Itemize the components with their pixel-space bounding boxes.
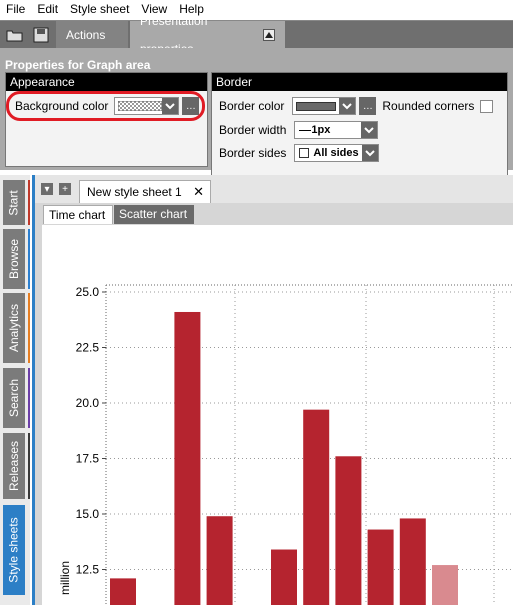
document-area: ▾ + New style sheet 1 ✕ Time chart Scatt… [32,175,513,605]
bar [174,311,201,605]
tab-list-dropdown-icon[interactable]: ▾ [41,183,53,195]
border-color-dropdown[interactable] [292,97,357,115]
tab-time-chart[interactable]: Time chart [43,205,113,224]
border-width-value: 1px [311,124,331,136]
vtab-browse[interactable]: Browse [3,229,25,289]
vtab-start-label: Start [7,189,21,216]
bar [335,456,362,605]
highlight-outline [6,91,205,121]
open-folder-icon[interactable] [4,25,26,45]
border-color-label: Border color [219,99,285,113]
chart-area: 25.0 22.5 20.0 17.5 15.0 12.5 million [42,225,513,605]
menu-edit[interactable]: Edit [31,0,64,18]
collapse-up-icon[interactable] [262,29,275,41]
border-width-dropdown[interactable]: 1px [294,121,379,139]
border-sides-label: Border sides [219,146,287,160]
y-tick-label: 20.0 [76,396,100,410]
vtab-style-sheets[interactable]: Style sheets [3,505,25,595]
border-color-swatch [296,101,337,111]
y-tick-label: 15.0 [76,507,100,521]
y-tick-label: 12.5 [76,563,100,577]
vtab-browse-label: Browse [7,238,22,280]
vtab-releases-stripe [28,433,30,499]
vtab-style-sheets-label: Style sheets [7,517,21,583]
bar [399,518,426,605]
y-tick-label: 22.5 [76,341,100,355]
properties-title: Properties for Graph area [5,58,151,72]
vertical-tab-bar: Start Browse Analytics Search Releases S… [0,175,30,605]
tab-presentation-properties[interactable]: Presentation properties [130,14,285,56]
bar-chart: 25.0 22.5 20.0 17.5 15.0 12.5 million [58,284,513,605]
document-tab-strip: ▾ + New style sheet 1 ✕ [35,175,513,203]
bar [367,529,394,605]
document-tab[interactable]: New style sheet 1 ✕ [79,180,211,203]
border-sides-value: All sides [313,147,359,159]
vtab-releases-label: Releases [7,440,21,492]
border-sides-row: Border sides All sides [219,144,380,162]
rounded-corners-label: Rounded corners [382,99,475,113]
y-tick-label: 17.5 [76,452,100,466]
chevron-down-icon [362,145,379,161]
menu-style-sheet[interactable]: Style sheet [64,0,135,18]
chevron-down-icon [339,98,356,114]
menu-file[interactable]: File [0,0,31,18]
add-tab-icon[interactable]: + [59,183,71,195]
bar [432,565,458,605]
vtab-start-stripe [28,180,30,225]
close-icon[interactable]: ✕ [193,181,204,203]
vtab-search[interactable]: Search [3,368,25,428]
bar [206,516,233,605]
appearance-header: Appearance [6,73,207,91]
border-color-row: Border color … Rounded corners [219,97,494,115]
vtab-browse-stripe [28,229,30,289]
document-tab-title: New style sheet 1 [87,185,182,199]
chevron-down-icon [361,122,378,138]
y-tick-label: 25.0 [76,285,100,299]
rounded-corners-checkbox[interactable] [480,99,494,113]
save-icon[interactable] [30,25,52,45]
ribbon: Actions Presentation properties [0,14,513,56]
tab-actions[interactable]: Actions [56,21,128,49]
border-sides-icon [299,148,310,158]
line-sample-icon [299,129,312,131]
border-sides-dropdown[interactable]: All sides [294,144,380,162]
bar [110,578,136,605]
bar [303,409,330,605]
y-axis-label: million [58,561,72,595]
bar [271,549,297,605]
vtab-start[interactable]: Start [3,180,25,225]
tab-scatter-chart[interactable]: Scatter chart [114,205,194,224]
vtab-search-label: Search [7,378,21,418]
border-color-more-button[interactable]: … [359,97,377,115]
vtab-analytics-stripe [28,293,30,363]
border-width-label: Border width [219,123,287,137]
vtab-search-stripe [28,368,30,428]
vtab-analytics-label: Analytics [7,303,21,353]
vtab-releases[interactable]: Releases [3,433,25,499]
border-width-row: Border width 1px [219,121,379,139]
vtab-analytics[interactable]: Analytics [3,293,25,363]
border-header: Border [212,73,507,91]
